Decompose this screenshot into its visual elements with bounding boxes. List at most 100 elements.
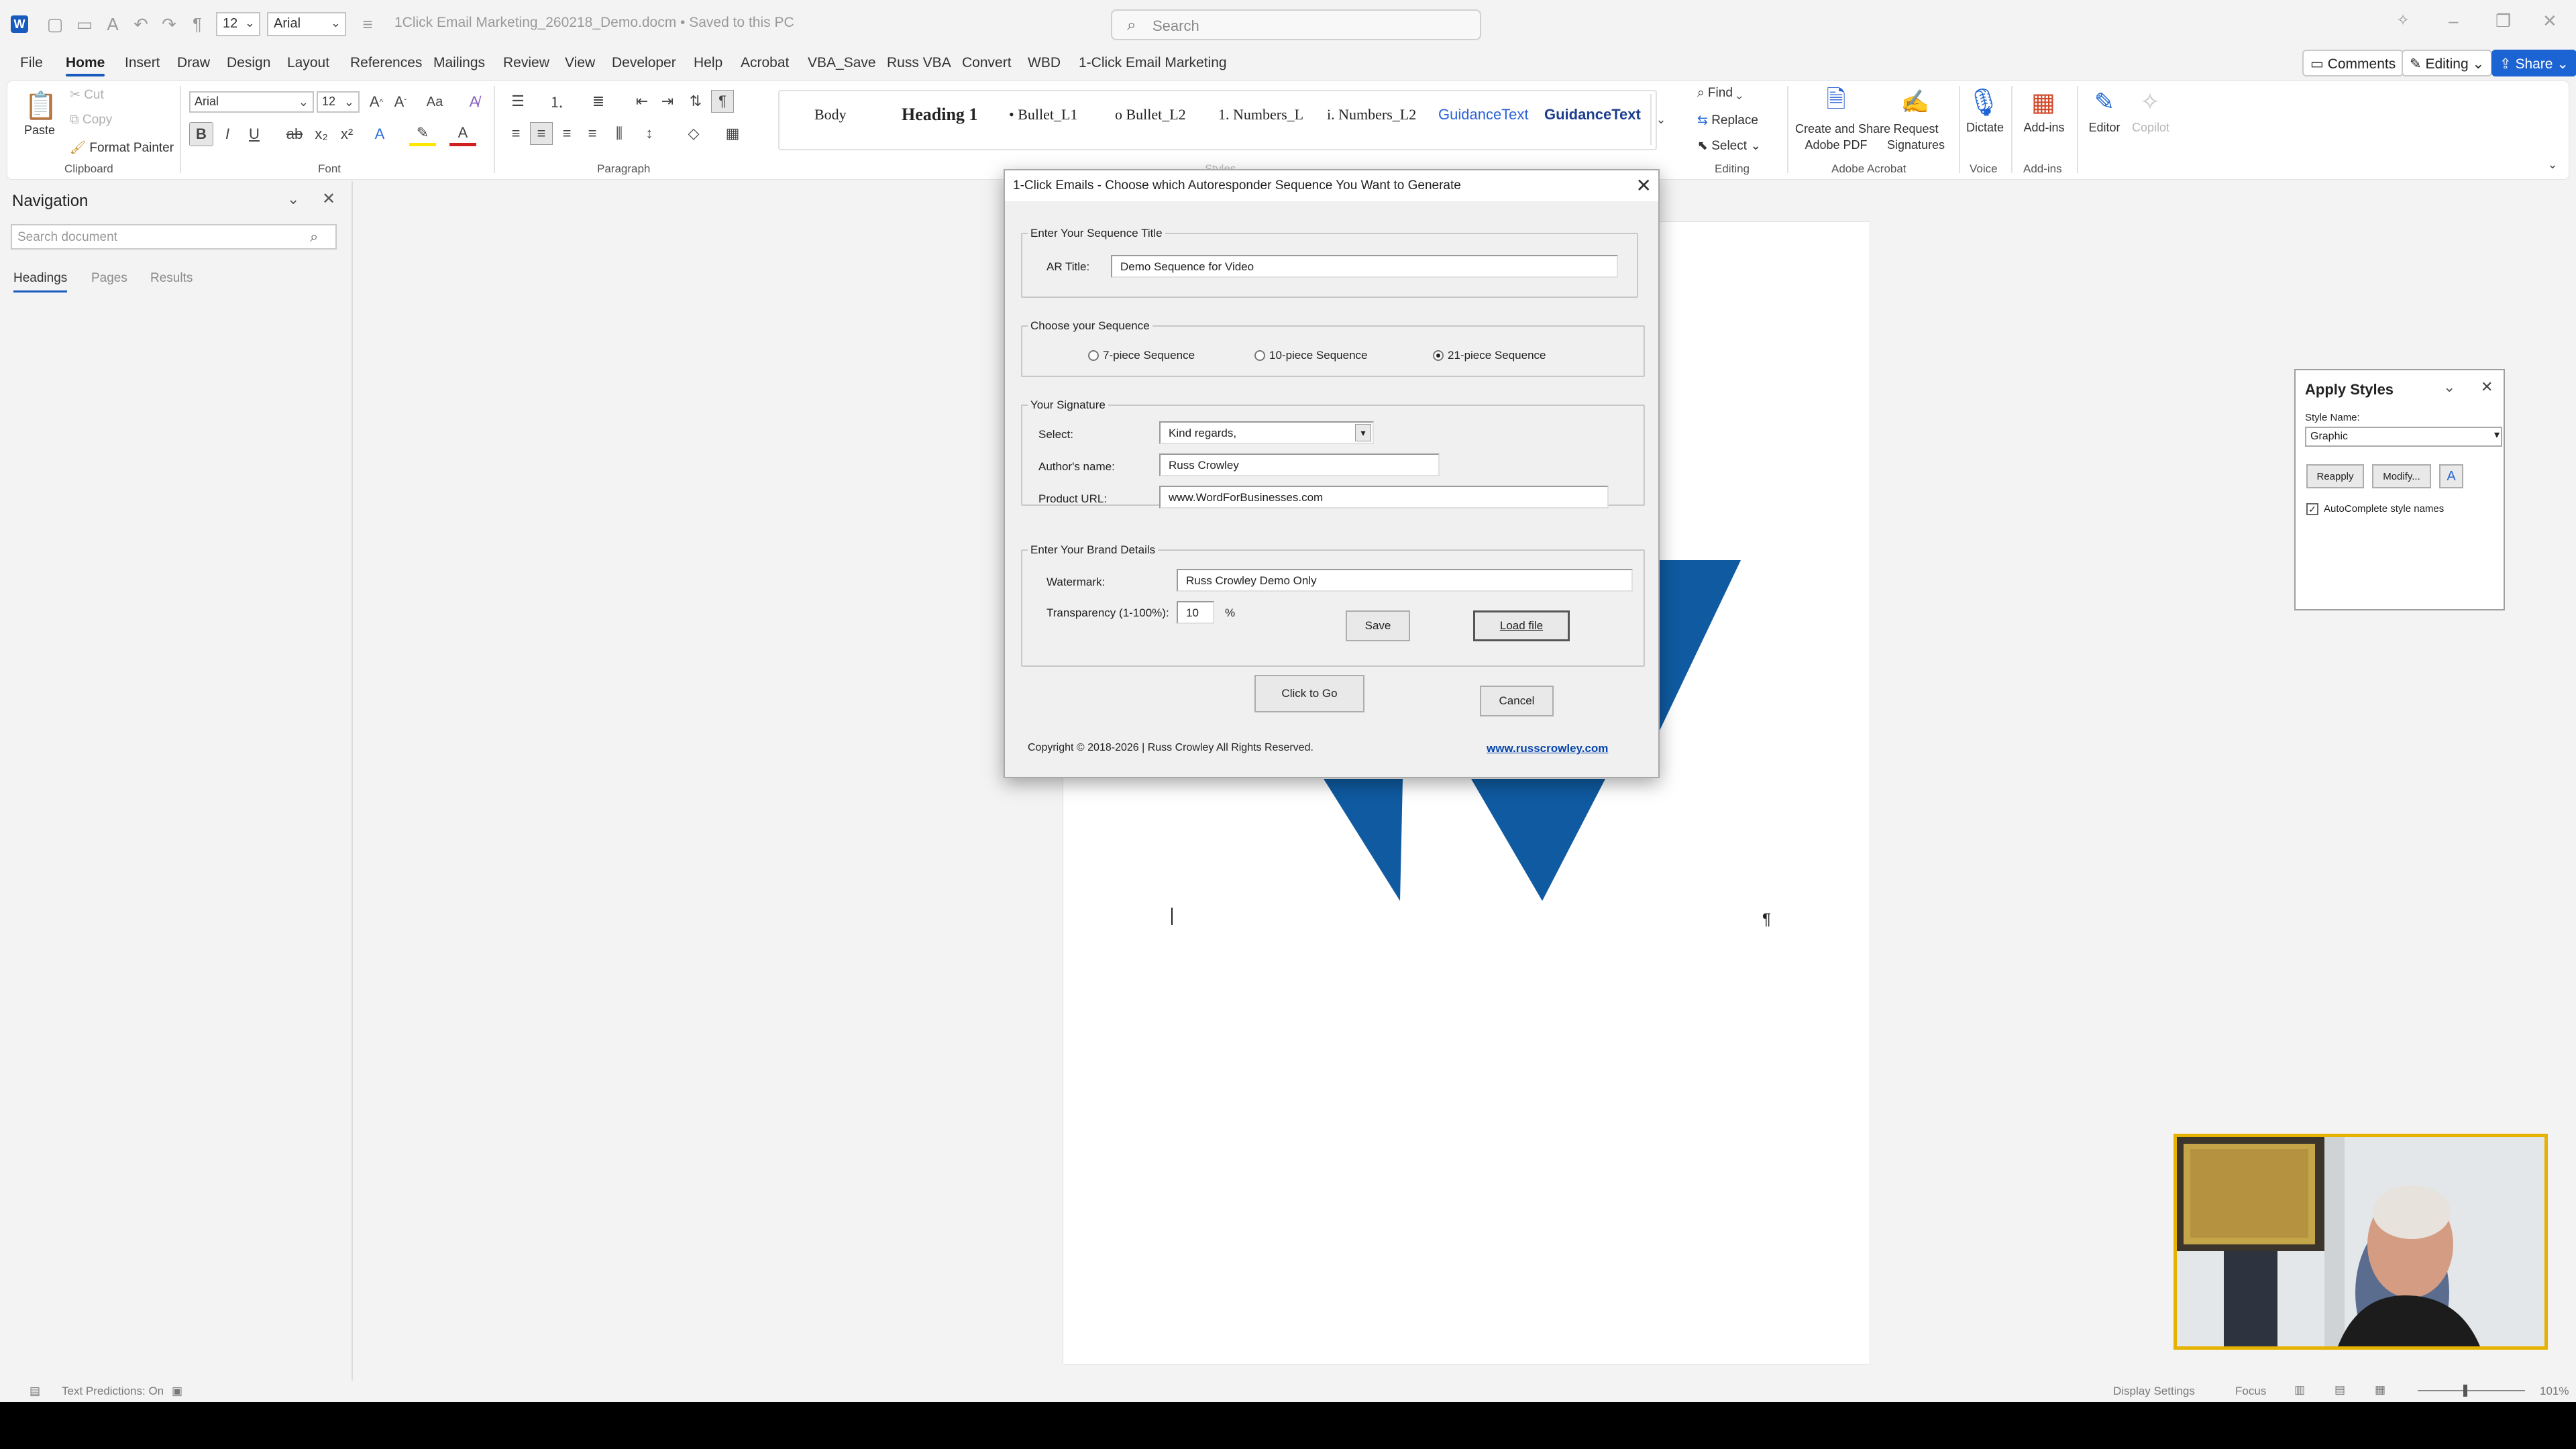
read-mode-icon[interactable]: ▥ xyxy=(2294,1383,2305,1397)
click-to-go-button[interactable]: Click to Go xyxy=(1254,675,1364,712)
style-body[interactable]: Body xyxy=(814,106,847,123)
text-predictions-status[interactable]: Text Predictions: On xyxy=(62,1385,164,1398)
copilot-title-icon[interactable]: ✧ xyxy=(2396,11,2410,30)
bold-icon[interactable]: B xyxy=(189,122,213,146)
transparency-input[interactable]: 10 xyxy=(1177,601,1214,624)
tab-design[interactable]: Design xyxy=(227,55,270,71)
pilcrow-quick-icon[interactable]: ¶ xyxy=(185,12,209,36)
style-name-input[interactable]: Graphic ▾ xyxy=(2305,427,2502,447)
clear-formatting-icon[interactable]: A̸ xyxy=(463,91,486,113)
product-url-input[interactable]: www.WordForBusinesses.com xyxy=(1159,486,1609,508)
search-box[interactable]: ⌕ Search xyxy=(1111,9,1481,40)
shrink-font-icon[interactable]: Aˇ xyxy=(389,91,412,113)
style-bullet-l2[interactable]: o Bullet_L2 xyxy=(1115,106,1186,123)
editor-label[interactable]: Editor xyxy=(2086,121,2123,135)
tab-references[interactable]: References xyxy=(350,55,422,71)
select-button[interactable]: ⬉ Select ⌄ xyxy=(1697,138,1761,154)
decrease-indent-icon[interactable]: ⇤ xyxy=(631,90,653,113)
collapse-ribbon-icon[interactable]: ⌄ xyxy=(2542,156,2563,173)
style-bullet-l1[interactable]: • Bullet_L1 xyxy=(1009,106,1077,123)
focus-button[interactable]: Focus xyxy=(2235,1385,2266,1398)
copy-button[interactable]: ⧉ Copy xyxy=(70,113,112,127)
chevron-down-icon[interactable]: ▾ xyxy=(1355,424,1371,441)
styles-pane-icon[interactable]: A xyxy=(2439,464,2463,488)
autocomplete-checkbox[interactable]: ✓ xyxy=(2306,503,2318,515)
create-pdf-button[interactable]: Create and Share Adobe PDF xyxy=(1795,121,1890,153)
tab-insert[interactable]: Insert xyxy=(125,55,160,71)
shading-icon[interactable]: ◇ xyxy=(680,122,707,145)
tab-mailings[interactable]: Mailings xyxy=(433,55,485,71)
share-button[interactable]: ⇪ Share ⌄ xyxy=(2491,50,2576,76)
macro-recording-icon[interactable]: ▣ xyxy=(172,1385,182,1398)
justify-icon[interactable]: ≡ xyxy=(581,122,604,145)
tab-convert[interactable]: Convert xyxy=(962,55,1012,71)
watermark-input[interactable]: Russ Crowley Demo Only xyxy=(1177,569,1633,592)
style-guidancetext-bold[interactable]: GuidanceText xyxy=(1544,106,1641,123)
align-right-icon[interactable]: ≡ xyxy=(555,122,578,145)
search-document-input[interactable]: Search document ⌕ xyxy=(11,224,337,250)
editing-mode-button[interactable]: ✎ Editing ⌄ xyxy=(2402,50,2493,76)
chevron-down-icon[interactable]: ⌄ xyxy=(2443,378,2455,396)
ar-title-input[interactable]: Demo Sequence for Video xyxy=(1111,255,1618,278)
russcrowley-link[interactable]: www.russcrowley.com xyxy=(1487,742,1608,755)
tab-1-click-email-marketing[interactable]: 1-Click Email Marketing xyxy=(1079,55,1227,71)
save-icon[interactable]: ▭ xyxy=(72,12,97,36)
tab-file[interactable]: File xyxy=(20,55,43,71)
radio-21-piece[interactable]: 21-piece Sequence xyxy=(1433,349,1546,362)
align-left-icon[interactable]: ≡ xyxy=(504,122,527,145)
style-guidancetext[interactable]: GuidanceText xyxy=(1438,106,1529,123)
font-name-combo[interactable]: Arial ⌄ xyxy=(189,91,314,113)
load-file-button[interactable]: Load file xyxy=(1473,610,1570,641)
undo-icon[interactable]: ↶ xyxy=(129,12,153,36)
radio-10-piece[interactable]: 10-piece Sequence xyxy=(1254,349,1368,362)
author-name-input[interactable]: Russ Crowley xyxy=(1159,453,1440,476)
copilot-label[interactable]: Copilot xyxy=(2129,121,2172,135)
text-effects-icon[interactable]: A xyxy=(366,122,393,146)
styles-more-icon[interactable]: ⌄ xyxy=(1650,94,1670,145)
tab-help[interactable]: Help xyxy=(694,55,722,71)
multilevel-list-icon[interactable]: ≣ xyxy=(585,90,612,113)
line-spacing-icon[interactable]: ↕ xyxy=(636,122,663,145)
show-formatting-icon[interactable]: ¶ xyxy=(711,90,734,113)
tab-developer[interactable]: Developer xyxy=(612,55,676,71)
numbering-icon[interactable]: ⒈ xyxy=(543,90,570,113)
page-status-icon[interactable]: ▤ xyxy=(30,1385,40,1398)
align-center-icon[interactable]: ≡ xyxy=(530,122,553,145)
font-color-icon[interactable]: A xyxy=(449,122,476,146)
request-signatures-button[interactable]: Request Signatures xyxy=(1884,121,1948,153)
minimize-icon[interactable]: – xyxy=(2449,11,2458,32)
sort-icon[interactable]: ⇅ xyxy=(684,90,707,113)
change-case-icon[interactable]: Aa xyxy=(419,91,451,113)
modify-button[interactable]: Modify... xyxy=(2372,464,2431,488)
tab-wbd[interactable]: WBD xyxy=(1028,55,1061,71)
tab-russ-vba[interactable]: Russ VBA xyxy=(887,55,951,71)
save-button[interactable]: Save xyxy=(1346,610,1410,641)
italic-icon[interactable]: I xyxy=(216,122,239,146)
replace-button[interactable]: ⇆ Replace xyxy=(1697,113,1758,128)
request-signatures-icon[interactable]: ✍ xyxy=(1898,86,1932,118)
close-icon[interactable]: ✕ xyxy=(1636,174,1652,197)
format-painter-button[interactable]: 🖌 Format Painter xyxy=(70,140,174,156)
nav-tab-headings[interactable]: Headings xyxy=(13,271,68,292)
editor-icon[interactable]: ✎ xyxy=(2088,85,2121,119)
cut-button[interactable]: ✂ Cut xyxy=(70,87,104,103)
qa-font-size[interactable]: 12 ⌄ xyxy=(216,12,260,36)
web-layout-icon[interactable]: ▦ xyxy=(2375,1383,2385,1397)
paste-label[interactable]: Paste xyxy=(24,123,55,138)
nav-tab-results[interactable]: Results xyxy=(150,271,193,286)
font-size-combo[interactable]: 12 ⌄ xyxy=(317,91,360,113)
customize-qat-icon[interactable]: ≡ xyxy=(356,12,380,36)
borders-icon[interactable]: ▦ xyxy=(719,122,746,145)
zoom-slider-thumb[interactable] xyxy=(2463,1385,2467,1397)
tab-review[interactable]: Review xyxy=(503,55,549,71)
add-ins-label[interactable]: Add-ins xyxy=(2021,121,2068,135)
microphone-icon[interactable]: 🎙 xyxy=(1966,83,2002,121)
style-numbers-l1[interactable]: 1. Numbers_L xyxy=(1218,106,1303,123)
underline-icon[interactable]: U xyxy=(243,122,266,146)
bullets-icon[interactable]: ☰ xyxy=(504,90,531,113)
signature-select[interactable]: Kind regards, ▾ xyxy=(1159,421,1374,444)
comments-button[interactable]: ▭ Comments xyxy=(2302,50,2404,76)
style-numbers-l2[interactable]: i. Numbers_L2 xyxy=(1327,106,1416,123)
qa-font-name[interactable]: Arial ⌄ xyxy=(267,12,346,36)
copilot-icon[interactable]: ✧ xyxy=(2133,85,2167,119)
